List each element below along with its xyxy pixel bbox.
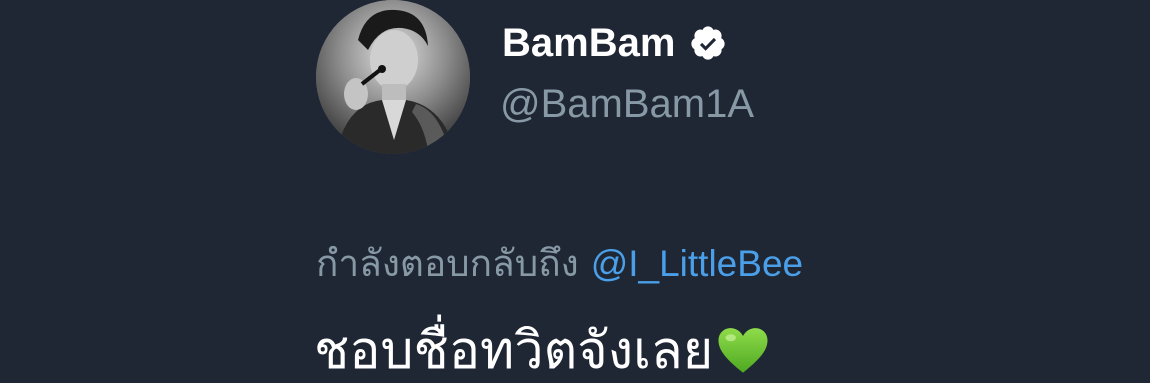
tweet-text: ชอบชื่อทวิตจังเลย	[314, 321, 714, 381]
avatar[interactable]	[316, 0, 470, 154]
replying-to: กำลังตอบกลับถึง @I_LittleBee	[316, 238, 803, 290]
profile-photo-icon	[316, 0, 470, 154]
author-name-row: BamBam	[502, 20, 727, 66]
verified-badge-icon	[689, 24, 727, 62]
replying-to-label: กำลังตอบกลับถึง	[316, 242, 579, 285]
mention-link[interactable]: @I_LittleBee	[591, 243, 803, 284]
tweet-body: ชอบชื่อทวิตจังเลย	[314, 318, 771, 383]
green-heart-icon	[715, 322, 771, 378]
author-handle[interactable]: @BamBam1A	[500, 80, 754, 128]
tweet-container: BamBam @BamBam1A กำลังตอบกลับถึง @I_Littl…	[0, 0, 1150, 383]
display-name[interactable]: BamBam	[502, 20, 675, 66]
